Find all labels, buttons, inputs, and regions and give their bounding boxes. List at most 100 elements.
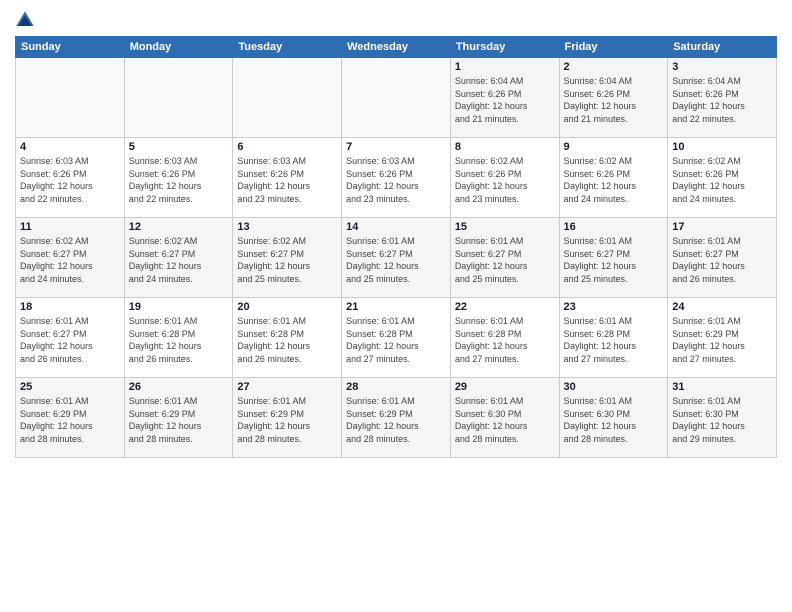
calendar-cell: 7Sunrise: 6:03 AM Sunset: 6:26 PM Daylig…: [342, 138, 451, 218]
day-number: 6: [237, 141, 337, 153]
calendar-cell: 10Sunrise: 6:02 AM Sunset: 6:26 PM Dayli…: [668, 138, 777, 218]
weekday-header-saturday: Saturday: [668, 37, 777, 58]
day-number: 2: [564, 61, 664, 73]
calendar-cell: [16, 58, 125, 138]
day-number: 25: [20, 381, 120, 393]
weekday-header-monday: Monday: [124, 37, 233, 58]
day-number: 3: [672, 61, 772, 73]
day-number: 21: [346, 301, 446, 313]
day-number: 10: [672, 141, 772, 153]
day-number: 1: [455, 61, 555, 73]
calendar-cell: 3Sunrise: 6:04 AM Sunset: 6:26 PM Daylig…: [668, 58, 777, 138]
calendar-week-5: 25 Sunrise: 6:01 AM Sunset: 6:29 PM Dayli…: [16, 378, 777, 458]
calendar-cell: 1 Sunrise: 6:04 AM Sunset: 6:26 PM Daylig…: [450, 58, 559, 138]
calendar-cell: 19 Sunrise: 6:01 AM Sunset: 6:28 PM Dayli…: [124, 298, 233, 378]
day-info: Sunrise: 6:01 AM Sunset: 6:27 PM Dayligh…: [455, 235, 555, 285]
day-info: Sunrise: 6:03 AM Sunset: 6:26 PM Dayligh…: [237, 155, 337, 205]
day-info: Sunrise: 6:02 AM Sunset: 6:27 PM Dayligh…: [237, 235, 337, 285]
day-info: Sunrise: 6:01 AM Sunset: 6:27 PM Dayligh…: [564, 235, 664, 285]
page: SundayMondayTuesdayWednesdayThursdayFrid…: [0, 0, 792, 612]
day-info: Sunrise: 6:04 AM Sunset: 6:26 PM Dayligh…: [455, 75, 555, 125]
day-number: 4: [20, 141, 120, 153]
calendar-week-2: 4 Sunrise: 6:03 AM Sunset: 6:26 PM Daylig…: [16, 138, 777, 218]
weekday-header-wednesday: Wednesday: [342, 37, 451, 58]
calendar-cell: 4 Sunrise: 6:03 AM Sunset: 6:26 PM Daylig…: [16, 138, 125, 218]
day-number: 11: [20, 221, 120, 233]
day-number: 8: [455, 141, 555, 153]
day-info: Sunrise: 6:01 AM Sunset: 6:27 PM Dayligh…: [672, 235, 772, 285]
day-info: Sunrise: 6:02 AM Sunset: 6:27 PM Dayligh…: [20, 235, 120, 285]
calendar-cell: 30 Sunrise: 6:01 AM Sunset: 6:30 PM Dayli…: [559, 378, 668, 458]
weekday-header-thursday: Thursday: [450, 37, 559, 58]
day-info: Sunrise: 6:01 AM Sunset: 6:29 PM Dayligh…: [237, 395, 337, 445]
day-info: Sunrise: 6:01 AM Sunset: 6:28 PM Dayligh…: [129, 315, 229, 365]
calendar-cell: 5Sunrise: 6:03 AM Sunset: 6:26 PM Daylig…: [124, 138, 233, 218]
day-number: 17: [672, 221, 772, 233]
day-info: Sunrise: 6:02 AM Sunset: 6:27 PM Dayligh…: [129, 235, 229, 285]
calendar-cell: 20 Sunrise: 6:01 AM Sunset: 6:28 PM Dayli…: [233, 298, 342, 378]
day-info: Sunrise: 6:02 AM Sunset: 6:26 PM Dayligh…: [564, 155, 664, 205]
day-info: Sunrise: 6:02 AM Sunset: 6:26 PM Dayligh…: [455, 155, 555, 205]
calendar-week-3: 11 Sunrise: 6:02 AM Sunset: 6:27 PM Dayli…: [16, 218, 777, 298]
calendar-cell: 18Sunrise: 6:01 AM Sunset: 6:27 PM Dayli…: [16, 298, 125, 378]
calendar-table: SundayMondayTuesdayWednesdayThursdayFrid…: [15, 36, 777, 458]
calendar-cell: 26 Sunrise: 6:01 AM Sunset: 6:29 PM Dayli…: [124, 378, 233, 458]
calendar-cell: 23 Sunrise: 6:01 AM Sunset: 6:28 PM Dayli…: [559, 298, 668, 378]
day-number: 31: [672, 381, 772, 393]
header: [15, 10, 777, 30]
day-info: Sunrise: 6:03 AM Sunset: 6:26 PM Dayligh…: [129, 155, 229, 205]
day-number: 15: [455, 221, 555, 233]
calendar-cell: 13 Sunrise: 6:02 AM Sunset: 6:27 PM Dayli…: [233, 218, 342, 298]
day-number: 19: [129, 301, 229, 313]
calendar-cell: 25 Sunrise: 6:01 AM Sunset: 6:29 PM Dayli…: [16, 378, 125, 458]
day-info: Sunrise: 6:01 AM Sunset: 6:30 PM Dayligh…: [672, 395, 772, 445]
calendar-cell: 17 Sunrise: 6:01 AM Sunset: 6:27 PM Dayli…: [668, 218, 777, 298]
day-info: Sunrise: 6:01 AM Sunset: 6:29 PM Dayligh…: [346, 395, 446, 445]
calendar-week-4: 18Sunrise: 6:01 AM Sunset: 6:27 PM Dayli…: [16, 298, 777, 378]
day-number: 27: [237, 381, 337, 393]
day-number: 16: [564, 221, 664, 233]
day-number: 23: [564, 301, 664, 313]
day-info: Sunrise: 6:04 AM Sunset: 6:26 PM Dayligh…: [564, 75, 664, 125]
day-info: Sunrise: 6:03 AM Sunset: 6:26 PM Dayligh…: [20, 155, 120, 205]
day-number: 28: [346, 381, 446, 393]
day-number: 20: [237, 301, 337, 313]
day-number: 30: [564, 381, 664, 393]
weekday-header-sunday: Sunday: [16, 37, 125, 58]
calendar-cell: 9Sunrise: 6:02 AM Sunset: 6:26 PM Daylig…: [559, 138, 668, 218]
calendar-cell: 28 Sunrise: 6:01 AM Sunset: 6:29 PM Dayli…: [342, 378, 451, 458]
calendar-cell: 24Sunrise: 6:01 AM Sunset: 6:29 PM Dayli…: [668, 298, 777, 378]
calendar-cell: 22Sunrise: 6:01 AM Sunset: 6:28 PM Dayli…: [450, 298, 559, 378]
calendar-body: 1 Sunrise: 6:04 AM Sunset: 6:26 PM Daylig…: [16, 58, 777, 458]
day-info: Sunrise: 6:01 AM Sunset: 6:28 PM Dayligh…: [346, 315, 446, 365]
day-info: Sunrise: 6:01 AM Sunset: 6:29 PM Dayligh…: [672, 315, 772, 365]
calendar-cell: 2 Sunrise: 6:04 AM Sunset: 6:26 PM Daylig…: [559, 58, 668, 138]
calendar-cell: 6 Sunrise: 6:03 AM Sunset: 6:26 PM Daylig…: [233, 138, 342, 218]
calendar-cell: 16 Sunrise: 6:01 AM Sunset: 6:27 PM Dayli…: [559, 218, 668, 298]
day-info: Sunrise: 6:01 AM Sunset: 6:27 PM Dayligh…: [346, 235, 446, 285]
logo: [15, 10, 37, 30]
day-info: Sunrise: 6:01 AM Sunset: 6:28 PM Dayligh…: [564, 315, 664, 365]
calendar-cell: 15 Sunrise: 6:01 AM Sunset: 6:27 PM Dayli…: [450, 218, 559, 298]
day-info: Sunrise: 6:01 AM Sunset: 6:29 PM Dayligh…: [20, 395, 120, 445]
calendar-cell: 12Sunrise: 6:02 AM Sunset: 6:27 PM Dayli…: [124, 218, 233, 298]
day-number: 14: [346, 221, 446, 233]
calendar-cell: [342, 58, 451, 138]
weekday-header-tuesday: Tuesday: [233, 37, 342, 58]
day-number: 7: [346, 141, 446, 153]
weekday-header-friday: Friday: [559, 37, 668, 58]
day-info: Sunrise: 6:01 AM Sunset: 6:27 PM Dayligh…: [20, 315, 120, 365]
day-number: 29: [455, 381, 555, 393]
day-info: Sunrise: 6:01 AM Sunset: 6:28 PM Dayligh…: [237, 315, 337, 365]
calendar-cell: 29Sunrise: 6:01 AM Sunset: 6:30 PM Dayli…: [450, 378, 559, 458]
calendar-cell: 14 Sunrise: 6:01 AM Sunset: 6:27 PM Dayli…: [342, 218, 451, 298]
calendar-cell: [124, 58, 233, 138]
day-number: 13: [237, 221, 337, 233]
calendar-cell: [233, 58, 342, 138]
day-info: Sunrise: 6:01 AM Sunset: 6:30 PM Dayligh…: [564, 395, 664, 445]
day-info: Sunrise: 6:01 AM Sunset: 6:29 PM Dayligh…: [129, 395, 229, 445]
day-number: 22: [455, 301, 555, 313]
calendar-cell: 31 Sunrise: 6:01 AM Sunset: 6:30 PM Dayli…: [668, 378, 777, 458]
day-number: 26: [129, 381, 229, 393]
calendar-cell: 21 Sunrise: 6:01 AM Sunset: 6:28 PM Dayli…: [342, 298, 451, 378]
